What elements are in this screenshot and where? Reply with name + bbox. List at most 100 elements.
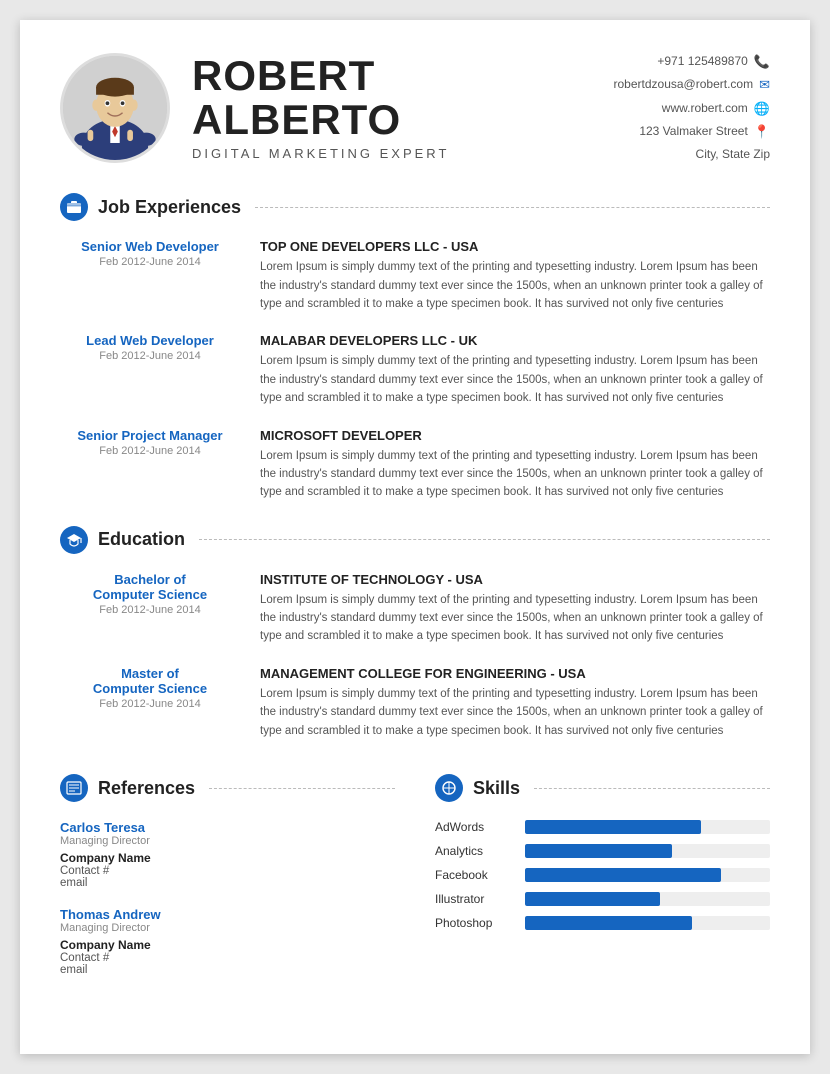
location-icon: 📍 bbox=[754, 120, 770, 143]
edu-desc: Lorem Ipsum is simply dummy text of the … bbox=[260, 591, 770, 646]
institution-name: MANAGEMENT COLLEGE FOR ENGINEERING - USA bbox=[260, 666, 770, 681]
education-header: Education bbox=[60, 526, 770, 554]
references-entries: Carlos Teresa Managing Director Company … bbox=[60, 820, 395, 976]
skill-fill bbox=[525, 820, 701, 834]
edu-desc: Lorem Ipsum is simply dummy text of the … bbox=[260, 685, 770, 740]
email-icon: ✉ bbox=[759, 73, 770, 96]
company-name: TOP ONE DEVELOPERS LLC - USA bbox=[260, 239, 770, 254]
ref-email: email bbox=[60, 964, 395, 976]
skills-section: Skills AdWords Analytics Facebook Illust… bbox=[415, 764, 770, 994]
job-title: DIGITAL MARKETING EXPERT bbox=[192, 146, 594, 161]
references-header: References bbox=[60, 774, 395, 802]
header: ROBERT ALBERTO DIGITAL MARKETING EXPERT … bbox=[60, 50, 770, 165]
experience-divider bbox=[255, 207, 770, 208]
phone-icon: 📞 bbox=[754, 50, 770, 73]
experience-entries: Senior Web Developer Feb 2012-June 2014 … bbox=[60, 239, 770, 502]
entry-right: INSTITUTE OF TECHNOLOGY - USA Lorem Ipsu… bbox=[260, 572, 770, 646]
email-row: robertdzousa@robert.com ✉ bbox=[614, 73, 770, 96]
skill-label: Facebook bbox=[435, 868, 515, 882]
entry-right: MALABAR DEVELOPERS LLC - UK Lorem Ipsum … bbox=[260, 333, 770, 407]
entry-right: MICROSOFT DEVELOPER Lorem Ipsum is simpl… bbox=[260, 428, 770, 502]
experience-entry: Senior Web Developer Feb 2012-June 2014 … bbox=[60, 239, 770, 313]
degree-title: Bachelor ofComputer Science bbox=[60, 572, 240, 602]
skill-bar bbox=[525, 844, 770, 858]
education-divider bbox=[199, 539, 770, 540]
entry-right: MANAGEMENT COLLEGE FOR ENGINEERING - USA… bbox=[260, 666, 770, 740]
education-entry: Bachelor ofComputer Science Feb 2012-Jun… bbox=[60, 572, 770, 646]
skill-fill bbox=[525, 844, 672, 858]
skill-entry: AdWords bbox=[435, 820, 770, 834]
education-icon bbox=[60, 526, 88, 554]
experience-header: Job Experiences bbox=[60, 193, 770, 221]
references-icon bbox=[60, 774, 88, 802]
address-row: 123 Valmaker Street 📍 bbox=[614, 120, 770, 143]
references-title: References bbox=[98, 778, 195, 799]
city-row: City, State Zip bbox=[614, 144, 770, 166]
entry-right: TOP ONE DEVELOPERS LLC - USA Lorem Ipsum… bbox=[260, 239, 770, 313]
company-name: MALABAR DEVELOPERS LLC - UK bbox=[260, 333, 770, 348]
skill-fill bbox=[525, 892, 660, 906]
phone-row: +971 125489870 📞 bbox=[614, 50, 770, 73]
entry-left: Senior Project Manager Feb 2012-June 201… bbox=[60, 428, 240, 502]
ref-email: email bbox=[60, 877, 395, 889]
references-section: References Carlos Teresa Managing Direct… bbox=[60, 764, 415, 994]
education-entries: Bachelor ofComputer Science Feb 2012-Jun… bbox=[60, 572, 770, 740]
website-row: www.robert.com 🌐 bbox=[614, 97, 770, 120]
ref-name: Carlos Teresa bbox=[60, 820, 395, 835]
institution-name: INSTITUTE OF TECHNOLOGY - USA bbox=[260, 572, 770, 587]
contact-info: +971 125489870 📞 robertdzousa@robert.com… bbox=[614, 50, 770, 165]
edu-date: Feb 2012-June 2014 bbox=[60, 604, 240, 616]
ref-name: Thomas Andrew bbox=[60, 907, 395, 922]
skill-fill bbox=[525, 916, 692, 930]
education-title: Education bbox=[98, 529, 185, 550]
skill-entry: Illustrator bbox=[435, 892, 770, 906]
ref-role: Managing Director bbox=[60, 835, 395, 847]
skill-entry: Photoshop bbox=[435, 916, 770, 930]
skill-label: AdWords bbox=[435, 820, 515, 834]
job-role: Senior Project Manager bbox=[60, 428, 240, 443]
job-date: Feb 2012-June 2014 bbox=[60, 350, 240, 362]
references-divider bbox=[209, 788, 395, 789]
ref-role: Managing Director bbox=[60, 922, 395, 934]
skill-entry: Analytics bbox=[435, 844, 770, 858]
experience-entry: Senior Project Manager Feb 2012-June 201… bbox=[60, 428, 770, 502]
company-name: MICROSOFT DEVELOPER bbox=[260, 428, 770, 443]
skills-title: Skills bbox=[473, 778, 520, 799]
skill-bar bbox=[525, 868, 770, 882]
globe-icon: 🌐 bbox=[754, 97, 770, 120]
skill-label: Analytics bbox=[435, 844, 515, 858]
avatar bbox=[60, 53, 170, 163]
reference-entry: Carlos Teresa Managing Director Company … bbox=[60, 820, 395, 889]
resume-container: ROBERT ALBERTO DIGITAL MARKETING EXPERT … bbox=[20, 20, 810, 1054]
skills-entries: AdWords Analytics Facebook Illustrator P… bbox=[435, 820, 770, 930]
entry-left: Senior Web Developer Feb 2012-June 2014 bbox=[60, 239, 240, 313]
skill-bar bbox=[525, 892, 770, 906]
degree-title: Master ofComputer Science bbox=[60, 666, 240, 696]
name-block: ROBERT ALBERTO DIGITAL MARKETING EXPERT bbox=[192, 54, 594, 161]
ref-company: Company Name bbox=[60, 938, 395, 952]
skill-bar bbox=[525, 916, 770, 930]
edu-date: Feb 2012-June 2014 bbox=[60, 698, 240, 710]
skill-entry: Facebook bbox=[435, 868, 770, 882]
job-desc: Lorem Ipsum is simply dummy text of the … bbox=[260, 447, 770, 502]
job-role: Lead Web Developer bbox=[60, 333, 240, 348]
skill-fill bbox=[525, 868, 721, 882]
skill-label: Illustrator bbox=[435, 892, 515, 906]
experience-section: Job Experiences Senior Web Developer Feb… bbox=[60, 193, 770, 502]
ref-contact: Contact # bbox=[60, 952, 395, 964]
ref-contact: Contact # bbox=[60, 865, 395, 877]
ref-company: Company Name bbox=[60, 851, 395, 865]
experience-entry: Lead Web Developer Feb 2012-June 2014 MA… bbox=[60, 333, 770, 407]
entry-left: Lead Web Developer Feb 2012-June 2014 bbox=[60, 333, 240, 407]
skill-bar bbox=[525, 820, 770, 834]
full-name: ROBERT ALBERTO bbox=[192, 54, 594, 142]
job-date: Feb 2012-June 2014 bbox=[60, 256, 240, 268]
skills-icon bbox=[435, 774, 463, 802]
job-date: Feb 2012-June 2014 bbox=[60, 445, 240, 457]
skills-header: Skills bbox=[435, 774, 770, 802]
skill-label: Photoshop bbox=[435, 916, 515, 930]
education-entry: Master ofComputer Science Feb 2012-June … bbox=[60, 666, 770, 740]
skills-divider bbox=[534, 788, 770, 789]
job-desc: Lorem Ipsum is simply dummy text of the … bbox=[260, 352, 770, 407]
bottom-section: References Carlos Teresa Managing Direct… bbox=[60, 764, 770, 994]
